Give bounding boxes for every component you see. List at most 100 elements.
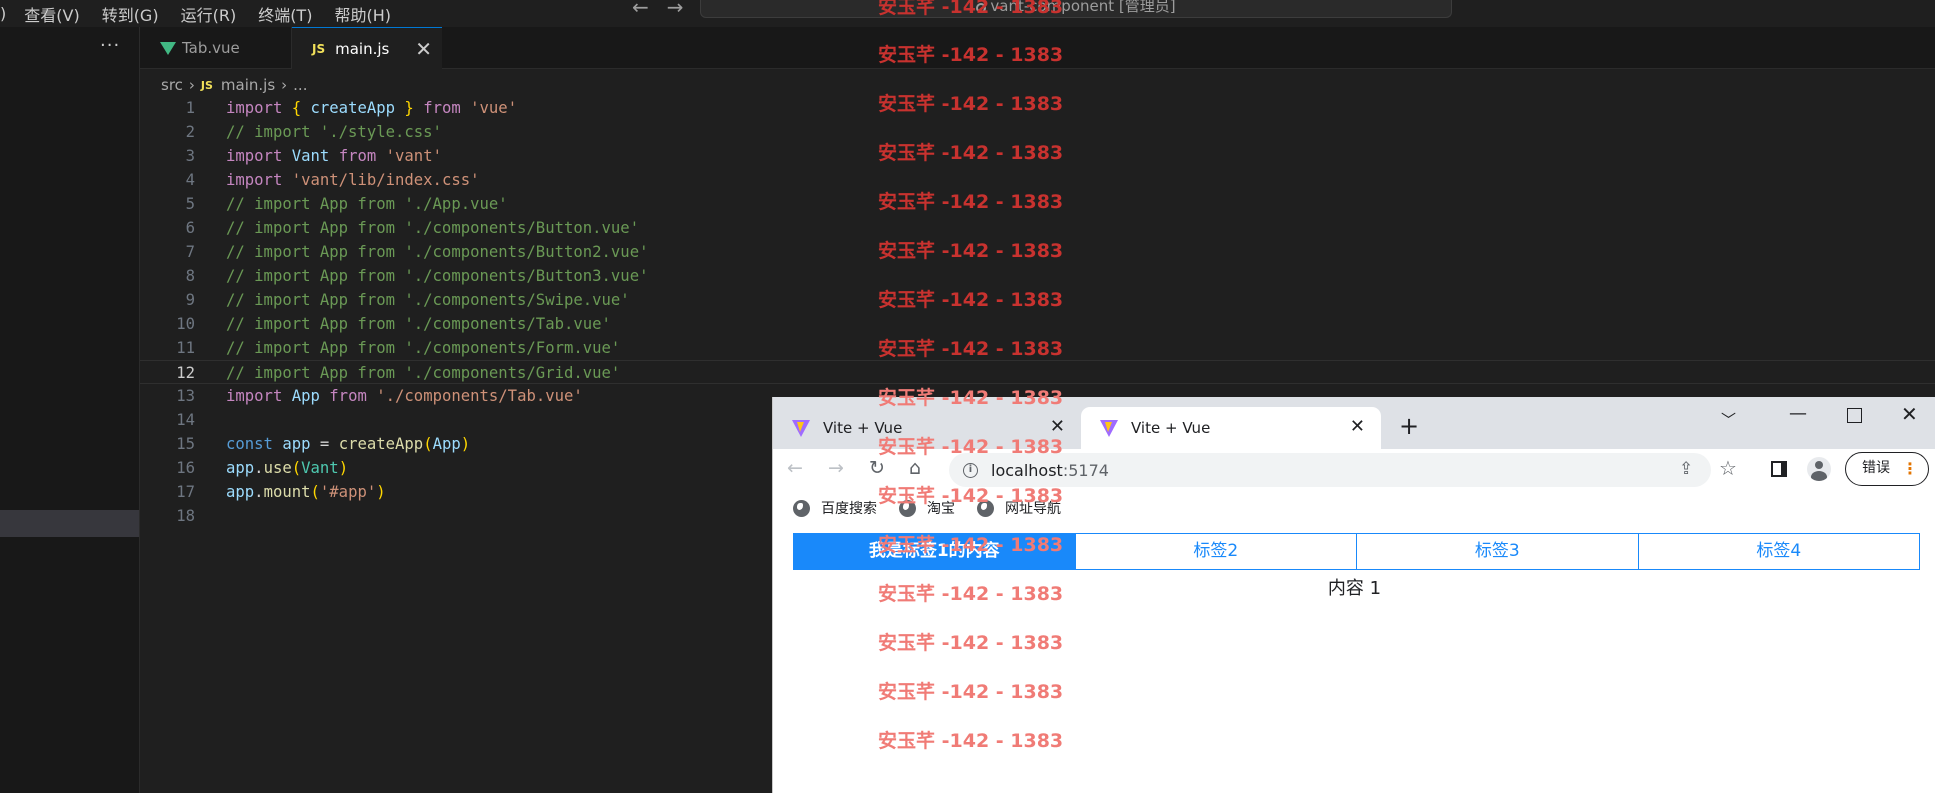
watermark-text: 安玉芊 -142 - 1383 (878, 681, 1064, 703)
address-bar[interactable]: i localhost:5174 (949, 453, 1711, 487)
line-number: 8 (185, 267, 195, 285)
line-number: 9 (185, 291, 195, 309)
line-number: 2 (185, 123, 195, 141)
code-text: // import App from './components/Grid.vu… (226, 364, 621, 382)
new-tab-button[interactable]: + (1399, 412, 1419, 440)
code-text: import 'vant/lib/index.css' (226, 171, 480, 189)
window-close-icon[interactable]: ✕ (1901, 402, 1918, 426)
back-icon[interactable]: ← (787, 457, 803, 479)
code-text: // import App from './components/Form.vu… (226, 339, 621, 357)
watermark-text: 安玉芊 -142 - 1383 (878, 485, 1064, 507)
code-text: // import './style.css' (226, 123, 442, 141)
code-text: // import App from './components/Button3… (226, 267, 649, 285)
line-number: 16 (176, 459, 195, 477)
vant-tab-2[interactable]: 标签2 (1076, 534, 1357, 569)
code-text: app.mount('#app') (226, 483, 386, 501)
line-number: 5 (185, 195, 195, 213)
line-number: 10 (176, 315, 195, 333)
menu-item-run[interactable]: 运行(R) (181, 2, 237, 26)
close-tab-icon[interactable]: ✕ (1350, 416, 1365, 437)
vite-favicon-icon (1100, 420, 1118, 437)
browser-tab-active[interactable]: Vite + Vue ✕ (1081, 407, 1381, 449)
line-number: 13 (176, 387, 195, 405)
sidebar-selected-item[interactable] (0, 510, 139, 537)
minimize-icon[interactable]: — (1789, 403, 1807, 424)
vant-tab-3[interactable]: 标签3 (1357, 534, 1639, 569)
js-file-icon: JS (312, 41, 326, 56)
watermark-text: 安玉芊 -142 - 1383 (878, 93, 1064, 115)
forward-icon[interactable]: → (828, 457, 844, 479)
watermark-text: 安玉芊 -142 - 1383 (878, 44, 1064, 66)
url-port: :5174 (1062, 460, 1109, 480)
watermark-text: 安玉芊 -142 - 1383 (878, 240, 1064, 262)
watermark-text: 安玉芊 -142 - 1383 (878, 0, 1064, 18)
watermark-text: 安玉芊 -142 - 1383 (878, 191, 1064, 213)
bookmark-baidu[interactable]: 百度搜索 (793, 498, 877, 518)
command-center[interactable]: vant-component [管理员] (700, 0, 1452, 18)
site-info-icon[interactable]: i (963, 462, 978, 478)
bookmark-star-icon[interactable]: ☆ (1719, 456, 1737, 480)
watermark-text: 安玉芊 -142 - 1383 (878, 583, 1064, 605)
url-host: localhost (991, 460, 1063, 480)
chevron-right-icon: › (281, 76, 288, 94)
editor-tab-main-js[interactable]: JS main.js ✕ (292, 27, 442, 69)
watermark-text: 安玉芊 -142 - 1383 (878, 387, 1064, 409)
watermark-text: 安玉芊 -142 - 1383 (878, 534, 1064, 556)
chevron-right-icon: › (188, 76, 195, 94)
watermark-text: 安玉芊 -142 - 1383 (878, 338, 1064, 360)
error-button-label: 错误 (1862, 460, 1890, 476)
explorer-sidebar: ··· (0, 27, 140, 793)
menu-item-go[interactable]: 转到(G) (102, 2, 159, 26)
code-text: const app = createApp(App) (226, 435, 471, 453)
line-number: 1 (185, 99, 195, 117)
watermark-text: 安玉芊 -142 - 1383 (878, 632, 1064, 654)
menu-item-terminal[interactable]: 终端(T) (258, 2, 312, 26)
code-text: // import App from './components/Button2… (226, 243, 649, 261)
line-number: 3 (185, 147, 195, 165)
editor-tab-tab-vue[interactable]: Tab.vue (140, 27, 292, 69)
code-text: import { createApp } from 'vue' (226, 99, 518, 117)
more-actions-icon[interactable]: ··· (100, 35, 120, 56)
line-number: 12 (176, 364, 195, 382)
breadcrumb-folder[interactable]: src (161, 76, 183, 94)
breadcrumb-file[interactable]: main.js (221, 76, 275, 94)
watermark-text: 安玉芊 -142 - 1383 (878, 142, 1064, 164)
vant-tab-4[interactable]: 标签4 (1639, 534, 1920, 569)
code-text: // import App from './components/Button.… (226, 219, 640, 237)
close-tab-icon[interactable]: ✕ (415, 37, 432, 61)
code-text: app.use(Vant) (226, 459, 349, 477)
vscode-nav-arrows: ← → (632, 0, 684, 17)
line-number: 18 (176, 507, 195, 525)
reload-icon[interactable]: ↻ (869, 457, 885, 479)
line-number: 7 (185, 243, 195, 261)
forward-arrow-icon[interactable]: → (667, 0, 684, 17)
globe-icon (793, 499, 810, 517)
code-line: 10 // import App from './components/Tab.v… (140, 312, 1935, 336)
share-icon[interactable]: ⇪ (1679, 459, 1693, 479)
line-number: 11 (176, 339, 195, 357)
maximize-icon[interactable] (1847, 408, 1862, 423)
code-text: // import App from './App.vue' (226, 195, 508, 213)
line-number: 17 (176, 483, 195, 501)
menu-item-partial[interactable]: ) (0, 4, 6, 23)
page-content: 我是标签1的内容 标签2 标签3 标签4 内容 1 (773, 527, 1935, 793)
line-number: 14 (176, 411, 195, 429)
profile-avatar-icon[interactable] (1807, 457, 1831, 481)
vite-favicon-icon (792, 420, 810, 437)
home-icon[interactable]: ⌂ (909, 457, 921, 479)
menu-item-help[interactable]: 帮助(H) (334, 2, 391, 26)
bookmark-label: 百度搜索 (821, 501, 877, 517)
watermark-text: 安玉芊 -142 - 1383 (878, 730, 1064, 752)
back-arrow-icon[interactable]: ← (632, 0, 649, 17)
breadcrumb-symbol[interactable]: ... (293, 76, 307, 94)
code-line-current: 12 // import App from './components/Grid.… (140, 360, 1935, 384)
code-text: import Vant from 'vant' (226, 147, 442, 165)
side-panel-icon[interactable] (1771, 461, 1787, 477)
menu-item-view[interactable]: 查看(V) (24, 2, 79, 26)
editor-tab-label: Tab.vue (182, 39, 240, 57)
tab-search-chevron-icon[interactable]: ﹀ (1721, 409, 1736, 430)
editor-tab-label: main.js (335, 39, 390, 58)
error-button[interactable]: 错误 ⋮ (1845, 452, 1929, 486)
watermark-text: 安玉芊 -142 - 1383 (878, 436, 1064, 458)
code-text: // import App from './components/Tab.vue… (226, 315, 611, 333)
